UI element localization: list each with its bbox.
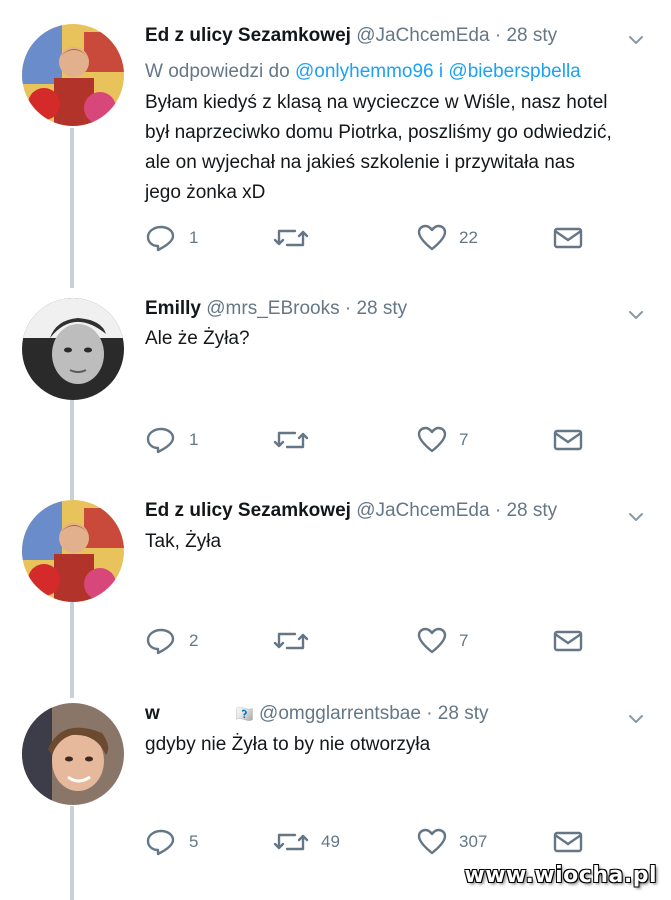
tweet-text: Tak, Żyła (145, 531, 222, 552)
heart-icon (417, 426, 447, 453)
reply-count: 5 (189, 832, 199, 851)
user-handle[interactable]: @JaChcemEda (356, 25, 489, 46)
envelope-icon (553, 429, 583, 451)
thread-line (70, 602, 74, 698)
tweet-actions: 2 7 (145, 625, 605, 657)
retweet-icon (273, 229, 309, 247)
direct-message-button[interactable] (553, 826, 583, 858)
tweet-header: w 🇽🇽 @omgglarrentsbae · 28 sty (145, 702, 489, 727)
tweet-header: Emilly @mrs_EBrooks · 28 sty (145, 297, 407, 321)
like-button[interactable]: 7 (417, 625, 468, 657)
user-handle[interactable]: @omgglarrentsbae (259, 703, 421, 724)
separator-dot: · (426, 703, 433, 724)
retweet-icon (273, 431, 309, 449)
retweet-button[interactable] (273, 424, 321, 456)
like-count: 307 (459, 832, 488, 851)
like-button[interactable]: 22 (417, 222, 478, 254)
reply-count: 1 (189, 228, 199, 247)
display-name[interactable]: w (145, 703, 160, 724)
watermark: www.wiocha.pl (464, 863, 657, 888)
envelope-icon (553, 831, 583, 853)
reply-icon (146, 225, 175, 252)
retweet-button[interactable] (273, 625, 321, 657)
tweet-actions: 1 7 (145, 424, 605, 456)
separator-dot: · (344, 298, 352, 319)
like-button[interactable]: 307 (417, 826, 487, 858)
separator-dot: · (494, 25, 502, 46)
reply-user-link[interactable]: @onlyhemmo96 (295, 61, 434, 82)
display-name[interactable]: Ed z ulicy Sezamkowej (145, 500, 351, 521)
heart-icon (417, 828, 447, 855)
retweet-count: 49 (321, 832, 340, 851)
direct-message-button[interactable] (553, 625, 583, 657)
reply-context: W odpowiedzi do @onlyhemmo96 i @biebersp… (145, 60, 581, 84)
chevron-down-icon[interactable] (626, 709, 646, 729)
reply-prefix: W odpowiedzi do (145, 61, 290, 82)
reply-button[interactable]: 1 (145, 222, 198, 254)
thread-line (70, 128, 74, 288)
retweet-button[interactable]: 49 (273, 826, 340, 858)
reply-icon (146, 829, 175, 856)
user-handle[interactable]: @JaChcemEda (356, 500, 489, 521)
heart-icon (417, 627, 447, 654)
separator-dot: · (494, 500, 502, 521)
like-button[interactable]: 7 (417, 424, 468, 456)
timestamp[interactable]: 28 sty (506, 500, 557, 521)
reply-icon (146, 628, 175, 655)
direct-message-button[interactable] (553, 222, 583, 254)
timestamp[interactable]: 28 sty (356, 298, 407, 319)
tweet-text: Byłam kiedyś z klasą na wycieczce w Wiśl… (145, 92, 612, 203)
like-count: 22 (459, 228, 478, 247)
display-name[interactable]: Emilly (145, 298, 201, 319)
avatar[interactable] (22, 24, 124, 126)
timestamp[interactable]: 28 sty (438, 703, 489, 724)
tweet-actions: 1 22 (145, 222, 605, 254)
retweet-icon (273, 632, 309, 650)
thread-line (70, 400, 74, 500)
tweet-header: Ed z ulicy Sezamkowej @JaChcemEda · 28 s… (145, 24, 557, 48)
reply-user-link[interactable]: @bieberspbella (448, 61, 580, 82)
tweet-header: Ed z ulicy Sezamkowej @JaChcemEda · 28 s… (145, 499, 557, 523)
retweet-icon (273, 833, 309, 851)
reply-button[interactable]: 2 (145, 625, 198, 657)
thread-line (70, 806, 74, 900)
like-count: 7 (459, 631, 469, 650)
avatar[interactable] (22, 500, 124, 602)
envelope-icon (553, 630, 583, 652)
heart-icon (417, 224, 447, 251)
avatar[interactable] (22, 703, 124, 805)
reply-and: i (438, 61, 444, 82)
display-name[interactable]: Ed z ulicy Sezamkowej (145, 25, 351, 46)
reply-icon (146, 427, 175, 454)
avatar[interactable] (22, 298, 124, 400)
direct-message-button[interactable] (553, 424, 583, 456)
envelope-icon (553, 227, 583, 249)
timestamp[interactable]: 28 sty (506, 25, 557, 46)
tweet-text: gdyby nie Żyła to by nie otworzyła (145, 734, 431, 755)
retweet-button[interactable] (273, 222, 321, 254)
tweet-text: Ale że Żyła? (145, 328, 250, 349)
name-emoji: 🇽🇽 (235, 706, 254, 723)
reply-count: 2 (189, 631, 199, 650)
chevron-down-icon[interactable] (626, 305, 646, 325)
chevron-down-icon[interactable] (626, 507, 646, 527)
reply-button[interactable]: 1 (145, 424, 198, 456)
like-count: 7 (459, 430, 469, 449)
reply-button[interactable]: 5 (145, 826, 198, 858)
tweet-actions: 5 49 307 (145, 826, 605, 858)
reply-count: 1 (189, 430, 199, 449)
chevron-down-icon[interactable] (626, 30, 646, 50)
user-handle[interactable]: @mrs_EBrooks (206, 298, 339, 319)
